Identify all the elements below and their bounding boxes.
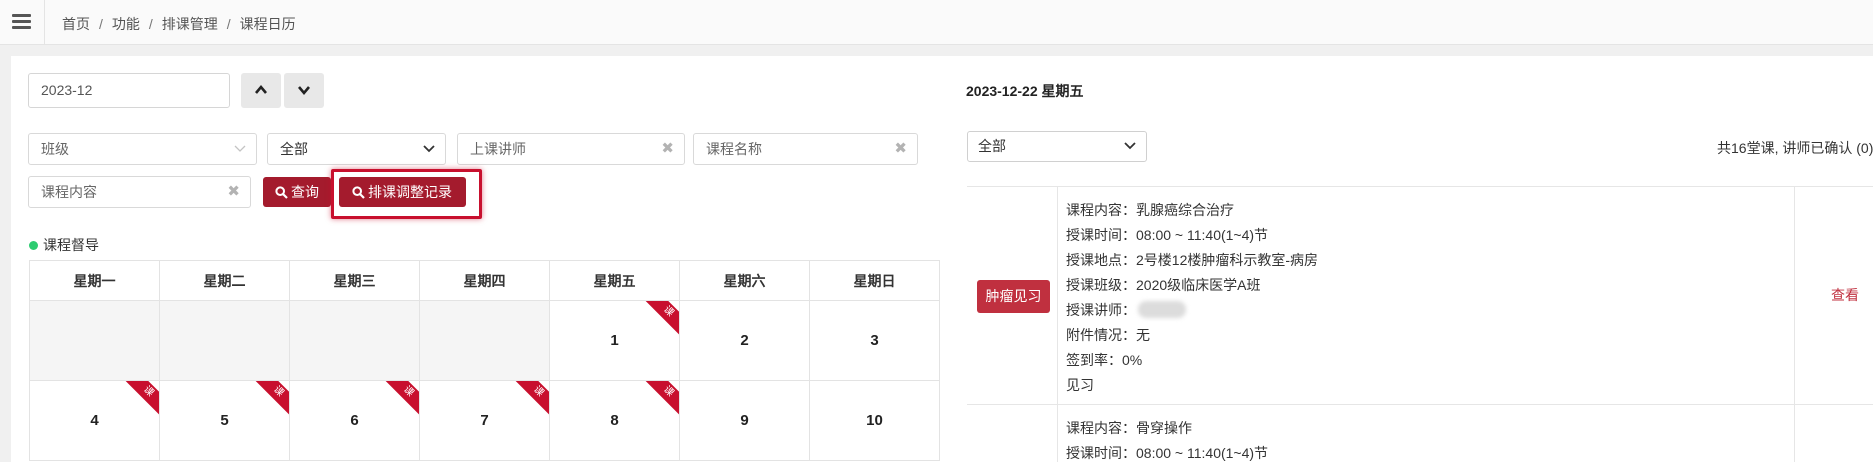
calendar-day-cell[interactable]: 9 (679, 380, 810, 461)
course-class: 授课班级：2020级临床医学A班 (1066, 277, 1261, 293)
calendar-empty-cell (29, 300, 160, 381)
calendar-day-cell[interactable]: 10 (809, 380, 940, 461)
chevron-down-icon (1124, 142, 1136, 150)
calendar-day-cell[interactable]: 6课 (289, 380, 420, 461)
weekday-header: 星期三 (289, 260, 420, 301)
course-ribbon: 课 (639, 301, 679, 341)
calendar-header-row: 星期一 星期二 星期三 星期四 星期五 星期六 星期日 (29, 260, 940, 301)
top-bar: 首页 / 功能 / 排课管理 / 课程日历 (0, 0, 1873, 45)
calendar-day-cell[interactable]: 8课 (549, 380, 680, 461)
course-ribbon: 课 (509, 381, 549, 421)
search-button[interactable]: 查询 (263, 177, 331, 207)
breadcrumb-scheduling[interactable]: 排课管理 (162, 16, 218, 32)
course-list: 肿瘤见习 课程内容：乳腺癌综合治疗 授课时间：08:00 ~ 11:40(1~4… (967, 186, 1873, 462)
chevron-down-icon (298, 86, 310, 96)
calendar-day-cell[interactable]: 5课 (159, 380, 290, 461)
redacted-name (1138, 301, 1186, 318)
course-time: 授课时间：08:00 ~ 11:40(1~4)节 (1066, 227, 1269, 243)
chevron-down-icon (423, 145, 435, 153)
scope-select[interactable]: 全部 (267, 133, 446, 165)
calendar-week-row: 4课 5课 6课 7课 8课 9 10 (29, 380, 940, 461)
calendar-week-row: 1课 2 3 (29, 300, 940, 381)
hamburger-menu-icon[interactable] (12, 14, 31, 30)
calendar-empty-cell (419, 300, 550, 381)
clear-icon[interactable]: ✖ (227, 177, 240, 207)
status-dot (29, 241, 38, 250)
breadcrumb: 首页 / 功能 / 排课管理 / 课程日历 (62, 16, 296, 32)
weekday-header: 星期四 (419, 260, 550, 301)
course-content: 课程内容：乳腺癌综合治疗 (1066, 202, 1234, 218)
course-type: 见习 (1066, 377, 1094, 393)
selected-date-title: 2023-12-22 星期五 (966, 83, 1084, 99)
calendar-day-cell[interactable]: 1课 (549, 300, 680, 381)
view-link[interactable]: 查看 (1831, 285, 1859, 305)
search-icon (352, 186, 365, 199)
course-ribbon: 课 (639, 381, 679, 421)
course-card: 课程内容：骨穿操作 授课时间：08:00 ~ 11:40(1~4)节 (967, 406, 1873, 462)
course-card: 肿瘤见习 课程内容：乳腺癌综合治疗 授课时间：08:00 ~ 11:40(1~4… (967, 187, 1873, 405)
course-type-select[interactable]: 全部 (967, 131, 1147, 162)
adjustment-log-button[interactable]: 排课调整记录 (339, 177, 466, 207)
breadcrumb-home[interactable]: 首页 (62, 16, 90, 32)
calendar-day-cell[interactable]: 4课 (29, 380, 160, 461)
breadcrumb-current: 课程日历 (239, 16, 296, 32)
course-tag-button[interactable]: 肿瘤见习 (977, 280, 1050, 313)
course-attachment: 附件情况：无 (1066, 327, 1150, 343)
chevron-up-icon (255, 84, 267, 94)
clear-icon[interactable]: ✖ (894, 134, 907, 164)
calendar-day-cell[interactable]: 2 (679, 300, 810, 381)
weekday-header: 星期二 (159, 260, 290, 301)
calendar-day-cell[interactable]: 3 (809, 300, 940, 381)
chevron-down-icon (234, 145, 246, 152)
search-icon (275, 186, 288, 199)
breadcrumb-function[interactable]: 功能 (112, 16, 140, 32)
course-sign-rate: 签到率：0% (1066, 352, 1143, 368)
topbar-divider (44, 0, 45, 45)
month-input[interactable]: 2023-12 (28, 73, 230, 108)
course-ribbon: 课 (379, 381, 419, 421)
weekday-header: 星期日 (809, 260, 940, 301)
calendar-day-cell[interactable]: 7课 (419, 380, 550, 461)
course-location: 授课地点：2号楼12楼肿瘤科示教室-病房 (1066, 252, 1319, 268)
calendar-empty-cell (159, 300, 290, 381)
course-supervision-label: 课程督导 (29, 235, 99, 255)
clear-icon[interactable]: ✖ (661, 134, 674, 164)
weekday-header: 星期五 (549, 260, 680, 301)
prev-month-button[interactable] (241, 73, 281, 108)
course-ribbon: 课 (249, 381, 289, 421)
course-name-input[interactable]: 课程名称 ✖ (693, 133, 918, 165)
course-content-input[interactable]: 课程内容 ✖ (28, 176, 251, 208)
course-lecturer: 授课讲师： (1066, 298, 1186, 323)
course-ribbon: 课 (119, 381, 159, 421)
lecturer-input[interactable]: 上课讲师 ✖ (457, 133, 685, 165)
weekday-header: 星期一 (29, 260, 160, 301)
course-time: 授课时间：08:00 ~ 11:40(1~4)节 (1066, 445, 1269, 461)
calendar-grid: 星期一 星期二 星期三 星期四 星期五 星期六 星期日 1课 2 3 4课 5课… (29, 260, 940, 461)
course-content: 课程内容：骨穿操作 (1066, 420, 1192, 436)
calendar-empty-cell (289, 300, 420, 381)
weekday-header: 星期六 (679, 260, 810, 301)
next-month-button[interactable] (284, 73, 324, 108)
class-select[interactable]: 班级 (28, 133, 257, 165)
course-summary: 共16堂课, 讲师已确认 (0) (1717, 140, 1873, 156)
